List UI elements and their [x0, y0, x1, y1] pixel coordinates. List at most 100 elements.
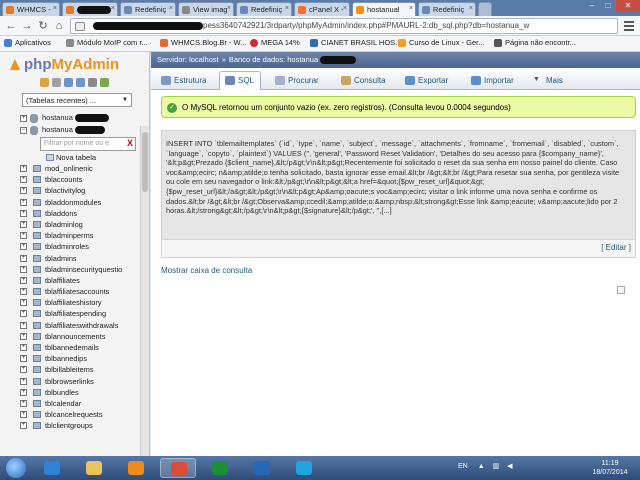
table-name[interactable]: tblannouncements [45, 331, 105, 342]
table-item[interactable]: + tbladmins [20, 253, 138, 264]
expand-icon[interactable]: + [20, 377, 27, 385]
table-item[interactable]: + tbladminperms [20, 230, 138, 241]
table-name[interactable]: tbladdonmodules [45, 197, 101, 208]
expand-icon[interactable]: + [20, 321, 27, 329]
table-item[interactable]: + tblcancelrequests [20, 409, 138, 420]
forward-arrow-icon[interactable]: → [20, 19, 34, 33]
breadcrumb-database[interactable]: Banco de dados: hostanua [229, 55, 318, 64]
expand-icon[interactable]: + [20, 232, 27, 240]
close-tab-icon[interactable]: × [53, 5, 57, 12]
tab-estrutura[interactable]: Estrutura [155, 71, 213, 90]
taskbar-app-internet-explorer[interactable] [34, 458, 70, 478]
edit-query-link[interactable]: [ Editar ] [601, 243, 631, 252]
table-name[interactable]: tblbannedemails [45, 342, 99, 353]
table-item[interactable]: + tblbundles [20, 387, 138, 398]
table-item[interactable]: + tblannouncements [20, 331, 138, 342]
tab-consulta[interactable]: Consulta [335, 71, 393, 90]
database-item-expanded[interactable]: − hostanua [20, 124, 138, 136]
close-tab-icon[interactable]: × [111, 5, 115, 12]
close-tab-icon[interactable]: × [169, 5, 173, 12]
table-name[interactable]: tblbundles [45, 387, 79, 398]
table-item[interactable]: + mod_onlinenic [20, 163, 138, 174]
table-name[interactable]: tblaffiliateshistory [45, 297, 102, 308]
table-name[interactable]: tbladminlog [45, 219, 83, 230]
table-item[interactable]: + tblaffiliatespending [20, 308, 138, 319]
browser-tab-active[interactable]: hostanual × [352, 2, 416, 16]
scrollbar-thumb[interactable] [142, 132, 148, 192]
start-button[interactable] [6, 458, 26, 478]
table-name[interactable]: tblaccounts [45, 174, 82, 185]
browser-tab[interactable]: × [62, 2, 118, 16]
close-tab-icon[interactable]: × [409, 5, 413, 12]
maximize-icon[interactable]: □ [600, 0, 616, 12]
expand-icon[interactable]: + [20, 254, 27, 262]
table-item[interactable]: + tbladminsecurityquestio [20, 264, 138, 275]
table-item[interactable]: + tblbrowserlinks [20, 376, 138, 387]
taskbar-app-outlook[interactable] [244, 458, 280, 478]
clear-filter-button[interactable]: X [127, 138, 133, 148]
table-name[interactable]: tbladminperms [45, 230, 93, 241]
show-query-box-link[interactable]: Mostrar caixa de consulta [161, 266, 252, 275]
close-tab-icon[interactable]: × [285, 5, 289, 12]
table-name[interactable]: tblcalendar [45, 398, 81, 409]
expand-icon[interactable]: + [20, 198, 27, 206]
expand-icon[interactable]: + [20, 176, 27, 184]
browser-tab[interactable]: cPanel X - × [294, 2, 350, 16]
expand-icon[interactable]: + [20, 115, 27, 122]
tray-arrow-icon[interactable]: ▲ [478, 463, 485, 470]
help-icon[interactable] [64, 78, 73, 87]
logout-icon[interactable] [52, 78, 61, 87]
expand-icon[interactable]: + [20, 187, 27, 195]
table-name[interactable]: tblaffiliates [45, 275, 80, 286]
expand-icon[interactable]: + [20, 209, 27, 217]
taskbar-app-media-player[interactable] [118, 458, 154, 478]
expand-icon[interactable]: + [20, 265, 27, 273]
browser-menu-icon[interactable] [624, 21, 634, 33]
taskbar-app-chrome[interactable] [160, 458, 196, 478]
tab-sql[interactable]: SQL [219, 71, 262, 90]
table-name[interactable]: tblactivitylog [45, 185, 85, 196]
phpmyadmin-logo[interactable]: phpMyAdmin [24, 56, 119, 73]
taskbar-app-file-explorer[interactable] [76, 458, 112, 478]
table-name[interactable]: tblcancelrequests [45, 409, 103, 420]
table-name[interactable]: tbladmins [45, 253, 77, 264]
table-name[interactable]: mod_onlinenic [45, 163, 93, 174]
table-item[interactable]: + tblaffiliates [20, 275, 138, 286]
bookmark-item[interactable]: CIANET BRASIL HOS... [310, 38, 401, 47]
table-item[interactable]: + tbladdons [20, 208, 138, 219]
expand-icon[interactable]: + [20, 288, 27, 296]
tab-exportar[interactable]: Exportar [399, 71, 455, 90]
settings-gear-icon[interactable] [88, 78, 97, 87]
expand-icon[interactable]: + [20, 366, 27, 374]
page-info-icon[interactable] [75, 22, 85, 31]
browser-tab[interactable]: WHMCS - × [2, 2, 60, 16]
minimize-icon[interactable]: – [584, 0, 600, 12]
expand-icon[interactable]: + [20, 332, 27, 340]
table-item[interactable]: + tblbannedemails [20, 342, 138, 353]
expand-icon[interactable]: + [20, 243, 27, 251]
table-item[interactable]: + tblclientgroups [20, 420, 138, 431]
reload-icon[interactable] [100, 78, 109, 87]
database-item[interactable]: + hostanua [20, 112, 138, 124]
table-name[interactable]: tblaffiliatespending [45, 308, 106, 319]
docs-icon[interactable] [76, 78, 85, 87]
home-icon[interactable] [40, 78, 49, 87]
page-scroll-widget[interactable] [617, 286, 625, 294]
bookmark-item[interactable]: WHMCS.Blog.Br - W... [160, 38, 246, 47]
table-item[interactable]: + tbladdonmodules [20, 197, 138, 208]
table-name[interactable]: tbladdons [45, 208, 77, 219]
breadcrumb-server[interactable]: Servidor: localhost [157, 55, 219, 64]
back-arrow-icon[interactable]: ← [4, 19, 18, 33]
tab-procurar[interactable]: Procurar [269, 71, 326, 90]
new-table-link[interactable]: Nova tabela [20, 152, 138, 163]
new-tab-button[interactable] [478, 2, 492, 16]
table-item[interactable]: + tblaffiliateshistory [20, 297, 138, 308]
address-bar[interactable]: pess3640742921/3rdparty/phpMyAdmin/index… [70, 18, 618, 34]
browser-tab[interactable]: Redefiniç × [236, 2, 292, 16]
expand-icon[interactable]: + [20, 310, 27, 318]
expand-icon[interactable]: + [20, 276, 27, 284]
language-indicator[interactable]: EN [458, 463, 468, 470]
close-window-icon[interactable]: ✕ [616, 0, 640, 12]
table-filter-input[interactable]: Filtrar por nome ou e X [40, 137, 136, 151]
home-icon[interactable]: ⌂ [52, 19, 66, 33]
